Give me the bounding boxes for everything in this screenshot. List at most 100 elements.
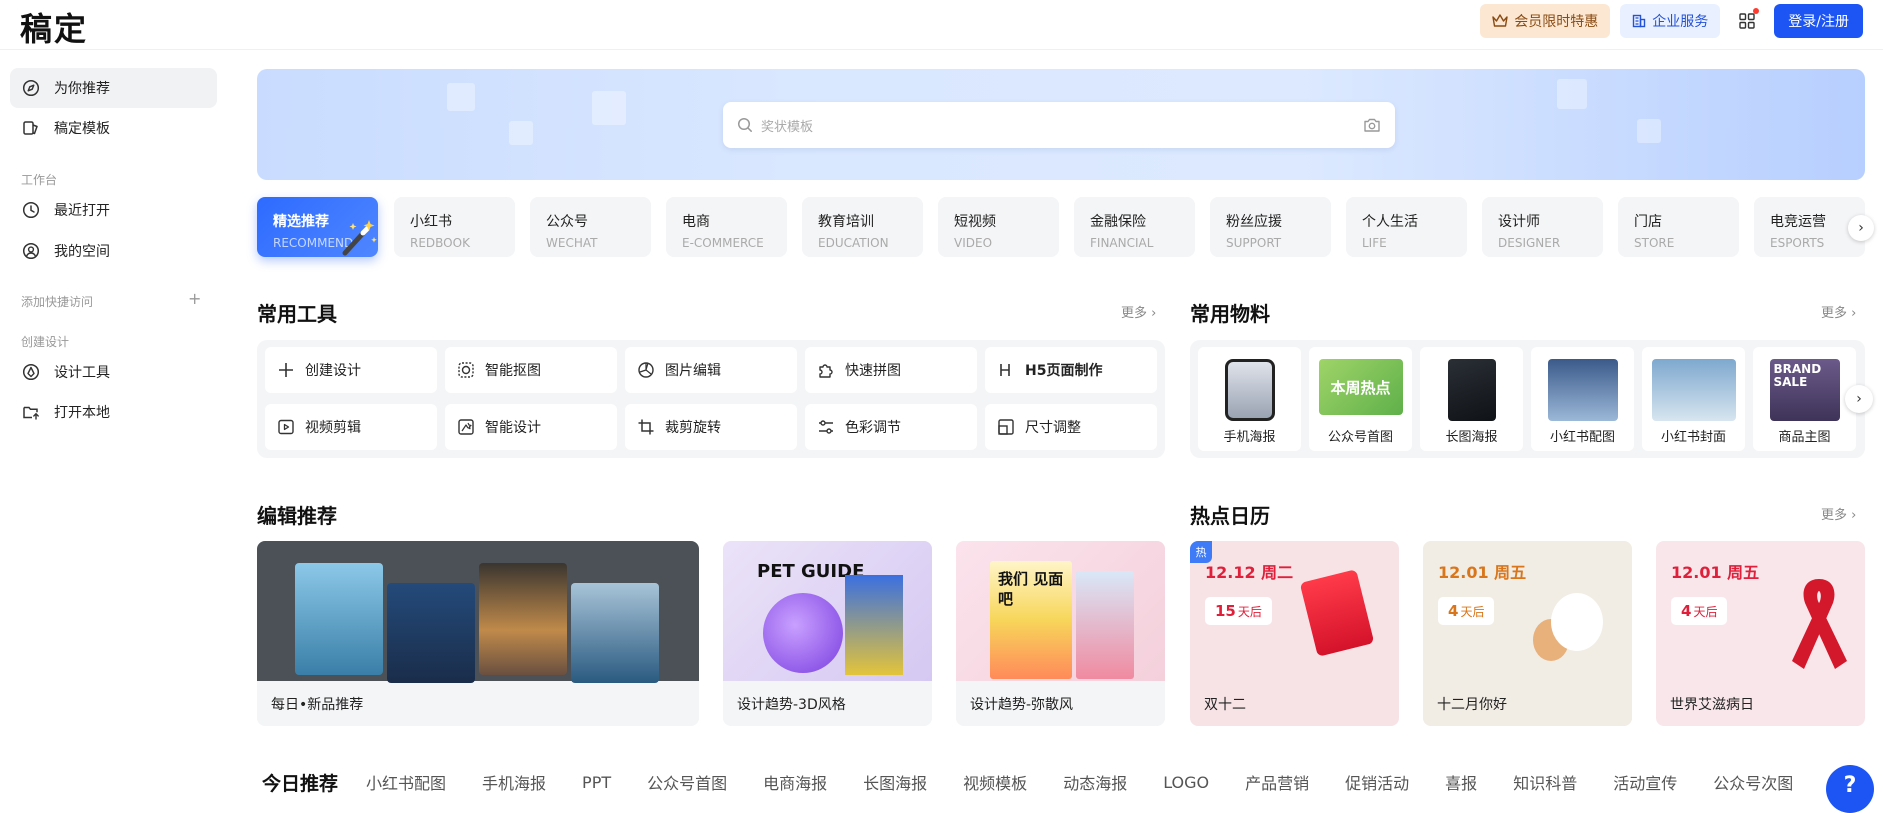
material-label: 小红书封面 — [1660, 430, 1726, 445]
today-tab[interactable]: 促销活动 — [1345, 770, 1409, 794]
today-tab[interactable]: 视频模板 — [963, 770, 1027, 794]
category-tab-ecommerce[interactable]: 电商 E-COMMERCE — [666, 197, 787, 257]
material-thumbnail: BRAND SALE — [1769, 359, 1840, 421]
material-label: 商品主图 — [1778, 430, 1831, 445]
category-tab-support[interactable]: 粉丝应援 SUPPORT — [1210, 197, 1331, 257]
enterprise-service-button[interactable]: 企业服务 — [1620, 4, 1721, 38]
material-phone-poster[interactable]: 手机海报 — [1198, 347, 1301, 451]
category-next-button[interactable]: › — [1848, 215, 1874, 241]
vip-promo-button[interactable]: 会员限时特惠 — [1480, 4, 1611, 38]
hot-calendar-card[interactable]: 热 12.12 周二 15 天后 双十二 — [1190, 541, 1399, 726]
category-tab-life[interactable]: 个人生活 LIFE — [1346, 197, 1467, 257]
today-tab[interactable]: 产品营销 — [1245, 770, 1309, 794]
plus-icon — [277, 361, 295, 379]
sidebar-item-label: 最近打开 — [54, 203, 110, 219]
today-tab[interactable]: 电商海报 — [763, 770, 827, 794]
tool-label: 尺寸调整 — [1025, 420, 1081, 436]
apps-grid-button[interactable] — [1730, 4, 1764, 38]
today-tab[interactable]: 动态海报 — [1063, 770, 1127, 794]
material-label: 公众号首图 — [1327, 430, 1393, 445]
hot-calendar-countdown: 4 天后 — [1438, 597, 1495, 625]
today-tab[interactable]: 知识科普 — [1513, 770, 1577, 794]
material-long-poster[interactable]: 长图海报 — [1420, 347, 1523, 451]
today-tab[interactable]: 长图海报 — [863, 770, 927, 794]
tool-h5-page[interactable]: H5页面制作 — [985, 347, 1157, 393]
today-tab[interactable]: 小红书配图 — [366, 770, 446, 794]
sidebar-item-open-local[interactable]: 打开本地 — [10, 392, 217, 432]
poster-thumb — [571, 583, 659, 683]
tool-quick-collage[interactable]: 快速拼图 — [805, 347, 977, 393]
material-wechat-cover[interactable]: 本周热点 公众号首图 — [1309, 347, 1412, 451]
tools-more-link[interactable]: 更多 › — [1121, 302, 1156, 321]
materials-more-link[interactable]: 更多 › — [1821, 302, 1856, 321]
tool-color-adjust[interactable]: 色彩调节 — [805, 404, 977, 450]
tool-crop-rotate[interactable]: 裁剪旋转 — [625, 404, 797, 450]
category-tab-label: 设计师 — [1498, 214, 1540, 230]
category-tab-education[interactable]: 教育培训 EDUCATION — [802, 197, 923, 257]
sidebar-item-label: 打开本地 — [54, 405, 110, 421]
more-label: 更多 — [1121, 306, 1148, 321]
hot-calendar-more-link[interactable]: 更多 › — [1821, 504, 1856, 523]
sidebar-item-design-tools[interactable]: 设计工具 — [10, 352, 217, 392]
sidebar-item-templates[interactable]: 稿定模板 — [10, 108, 217, 148]
sidebar: 为你推荐 稿定模板 工作台 最近打开 我的空间 添加快捷访问 + 创建设计 设计… — [0, 50, 230, 796]
tool-image-edit[interactable]: 图片编辑 — [625, 347, 797, 393]
editor-pick-card[interactable]: 每日•新品推荐 — [257, 541, 699, 726]
today-recommend-title[interactable]: 今日推荐 — [262, 769, 338, 796]
material-redbook-cover[interactable]: 小红书封面 — [1642, 347, 1745, 451]
search-bar[interactable]: 奖状模板 — [723, 102, 1395, 148]
hot-calendar-date: 12.12 周二 — [1205, 563, 1294, 582]
tools-title: 常用工具 — [257, 302, 337, 326]
today-tab[interactable]: 公众号首图 — [647, 770, 727, 794]
today-tab[interactable]: LOGO — [1163, 773, 1209, 792]
category-tab-wechat[interactable]: 公众号 WECHAT — [530, 197, 651, 257]
material-redbook-image[interactable]: 小红书配图 — [1531, 347, 1634, 451]
materials-panel: 手机海报 本周热点 公众号首图 长图海报 小红书配图 小红书封面 BRAND S… — [1190, 340, 1865, 458]
today-tab[interactable]: 手机海报 — [482, 770, 546, 794]
tool-label: 图片编辑 — [665, 363, 721, 379]
editor-pick-card[interactable]: 我们 见面吧 设计趋势-弥散风 — [956, 541, 1165, 726]
editor-pick-card[interactable]: PET GUIDE 设计趋势-3D风格 — [723, 541, 932, 726]
category-tab-label: 金融保险 — [1090, 214, 1146, 230]
top-bar: 稿定 会员限时特惠 企业服务 登录/注册 — [0, 0, 1883, 50]
grid-icon — [1739, 13, 1755, 29]
category-tab-label: 公众号 — [546, 214, 588, 230]
tool-resize[interactable]: 尺寸调整 — [985, 404, 1157, 450]
tool-create-design[interactable]: 创建设计 — [265, 347, 437, 393]
hot-calendar-card[interactable]: 12.01 周五 4 天后 十二月你好 — [1423, 541, 1632, 726]
editor-pick-caption: 每日•新品推荐 — [271, 697, 364, 713]
sidebar-item-recommend[interactable]: 为你推荐 — [10, 68, 217, 108]
today-tab[interactable]: PPT — [582, 773, 611, 792]
today-tab[interactable]: 喜报 — [1445, 770, 1477, 794]
today-tab[interactable]: 活动宣传 — [1613, 770, 1677, 794]
materials-next-button[interactable]: › — [1845, 385, 1873, 413]
camera-search-icon[interactable] — [1363, 117, 1381, 133]
countdown-suffix: 天后 — [1237, 604, 1262, 619]
help-button[interactable]: ? — [1826, 765, 1874, 813]
tool-smart-design[interactable]: 智能设计 — [445, 404, 617, 450]
search-input[interactable]: 奖状模板 — [761, 116, 1355, 135]
material-thumbnail: 本周热点 — [1318, 359, 1403, 415]
category-tab-financial[interactable]: 金融保险 FINANCIAL — [1074, 197, 1195, 257]
tool-video-edit[interactable]: 视频剪辑 — [265, 404, 437, 450]
tool-smart-cutout[interactable]: 智能抠图 — [445, 347, 617, 393]
add-quick-access-button[interactable]: + — [188, 289, 201, 308]
material-thumbnail — [1547, 359, 1618, 421]
category-tabs: 精选推荐 RECOMMEND 小红书 REDBOOK 公众号 WECHAT 电商 E-… — [257, 197, 1865, 257]
category-tab-sublabel: VIDEO — [954, 236, 993, 250]
material-product-image[interactable]: BRAND SALE 商品主图 — [1753, 347, 1856, 451]
brand-logo[interactable]: 稿定 — [20, 4, 88, 50]
poster-thumb — [845, 575, 903, 675]
category-tab-video[interactable]: 短视频 VIDEO — [938, 197, 1059, 257]
login-register-button[interactable]: 登录/注册 — [1774, 4, 1863, 38]
sidebar-item-my-space[interactable]: 我的空间 — [10, 231, 217, 271]
category-tab-redbook[interactable]: 小红书 REDBOOK — [394, 197, 515, 257]
category-tab-recommend[interactable]: 精选推荐 RECOMMEND — [257, 197, 378, 257]
category-tab-store[interactable]: 门店 STORE — [1618, 197, 1739, 257]
tool-label: 智能设计 — [485, 420, 541, 436]
hot-calendar-card[interactable]: 12.01 周五 4 天后 世界艾滋病日 — [1656, 541, 1865, 726]
today-tab[interactable]: 公众号次图 — [1713, 770, 1793, 794]
category-tab-designer[interactable]: 设计师 DESIGNER — [1482, 197, 1603, 257]
material-thumbnail — [1224, 359, 1275, 421]
sidebar-item-recent[interactable]: 最近打开 — [10, 190, 217, 230]
